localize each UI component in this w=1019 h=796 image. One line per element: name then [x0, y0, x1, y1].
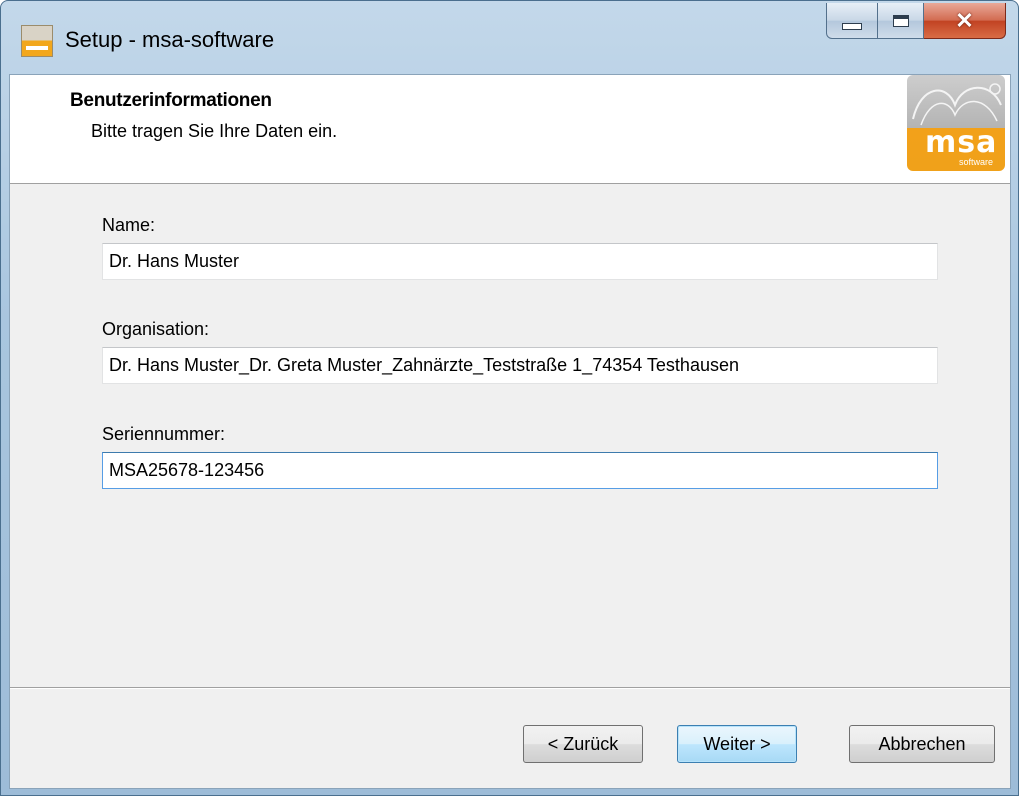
- name-label: Name:: [102, 215, 156, 235]
- title-bar[interactable]: Setup - msa-software ✕: [1, 1, 1018, 74]
- logo-subtext: software: [958, 157, 993, 167]
- close-button[interactable]: ✕: [924, 3, 1006, 39]
- serial-number-field[interactable]: [102, 452, 938, 489]
- name-field[interactable]: [102, 243, 938, 280]
- setup-window: Setup - msa-software ✕ Benutzerinformati…: [0, 0, 1019, 796]
- page-subtitle: Bitte tragen Sie Ihre Daten ein.: [91, 121, 338, 141]
- wizard-client-area: Benutzerinformationen Bitte tragen Sie I…: [9, 74, 1011, 789]
- next-button[interactable]: Weiter >: [677, 725, 797, 763]
- minimize-icon: [842, 23, 862, 30]
- msa-software-logo: msa software: [907, 75, 1005, 171]
- organisation-label: Organisation:: [102, 319, 210, 339]
- footer-divider: [10, 687, 1010, 689]
- organisation-field[interactable]: [102, 347, 938, 384]
- serial-number-label: Seriennummer:: [102, 424, 226, 444]
- close-icon: ✕: [955, 7, 974, 33]
- page-title: Benutzerinformationen: [70, 90, 272, 111]
- logo-text: msa: [925, 125, 998, 160]
- minimize-button[interactable]: [826, 3, 878, 39]
- window-controls: ✕: [826, 3, 1006, 39]
- wizard-header: Benutzerinformationen Bitte tragen Sie I…: [10, 75, 1010, 184]
- maximize-icon: [892, 14, 909, 27]
- window-title: Setup - msa-software: [65, 27, 275, 52]
- back-button[interactable]: < Zurück: [523, 725, 643, 763]
- msa-app-icon: [21, 25, 53, 57]
- maximize-button[interactable]: [878, 3, 924, 39]
- cancel-button[interactable]: Abbrechen: [849, 725, 995, 763]
